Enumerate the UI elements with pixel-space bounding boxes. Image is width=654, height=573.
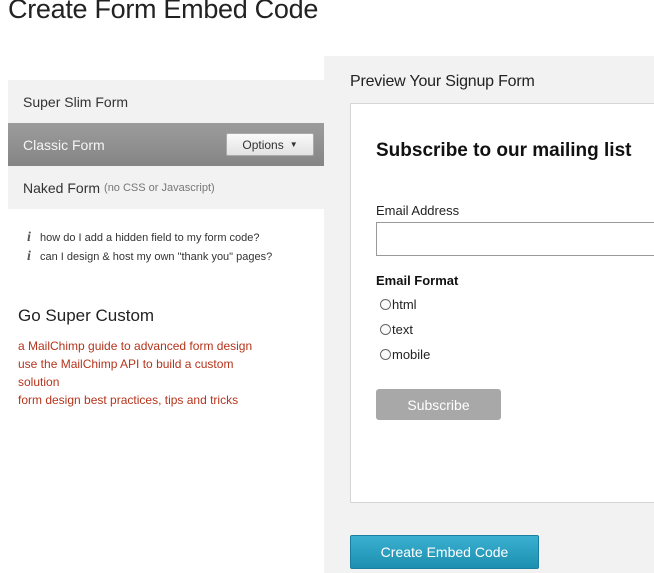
format-option-label: html — [392, 297, 417, 312]
email-format-label: Email Format — [376, 273, 459, 288]
email-input[interactable] — [376, 222, 654, 256]
signup-form-preview: Subscribe to our mailing list Email Addr… — [350, 103, 654, 503]
preview-title: Preview Your Signup Form — [350, 73, 535, 90]
help-link-text: how do I add a hidden field to my form c… — [40, 231, 260, 244]
form-type-naked[interactable]: Naked Form (no CSS or Javascript) — [8, 166, 324, 209]
options-dropdown-button[interactable]: Options ▼ — [226, 133, 314, 156]
help-link-text: can I design & host my own "thank you" p… — [40, 250, 273, 263]
format-option-label: text — [392, 322, 413, 337]
caret-down-icon: ▼ — [289, 140, 298, 149]
radio-button-icon[interactable] — [380, 324, 391, 335]
help-link-thank-you[interactable]: i can I design & host my own "thank you"… — [27, 247, 272, 266]
options-label: Options — [242, 137, 284, 152]
format-option-label: mobile — [392, 347, 431, 362]
signup-form-heading: Subscribe to our mailing list — [376, 140, 632, 161]
form-type-label: Super Slim Form — [23, 93, 129, 110]
format-radio-mobile[interactable]: mobile — [380, 347, 430, 362]
form-type-label: Naked Form — [23, 179, 101, 196]
radio-button-icon[interactable] — [380, 299, 391, 310]
info-icon: i — [27, 248, 31, 264]
link-best-practices[interactable]: form design best practices, tips and tri… — [18, 391, 278, 409]
format-radio-html[interactable]: html — [380, 297, 417, 312]
link-advanced-form-design[interactable]: a MailChimp guide to advanced form desig… — [18, 337, 278, 355]
page-title: Create Form Embed Code — [8, 0, 319, 24]
form-type-super-slim[interactable]: Super Slim Form — [8, 80, 324, 123]
radio-button-icon[interactable] — [380, 349, 391, 360]
format-radio-text[interactable]: text — [380, 322, 413, 337]
help-link-hidden-field[interactable]: i how do I add a hidden field to my form… — [27, 228, 272, 247]
super-custom-heading: Go Super Custom — [18, 306, 155, 325]
email-label: Email Address — [376, 203, 460, 218]
form-type-note: (no CSS or Javascript) — [104, 181, 215, 194]
super-custom-links: a MailChimp guide to advanced form desig… — [18, 337, 278, 409]
create-embed-code-button[interactable]: Create Embed Code — [350, 535, 539, 569]
help-links: i how do I add a hidden field to my form… — [27, 228, 272, 266]
form-type-list: Super Slim Form Classic Form Options ▼ N… — [8, 80, 324, 209]
info-icon: i — [27, 229, 31, 245]
link-mailchimp-api[interactable]: use the MailChimp API to build a custom … — [18, 355, 278, 391]
form-type-classic[interactable]: Classic Form Options ▼ — [8, 123, 324, 166]
form-type-label: Classic Form — [23, 136, 105, 153]
subscribe-button[interactable]: Subscribe — [376, 389, 501, 420]
preview-panel: Preview Your Signup Form Subscribe to ou… — [324, 56, 654, 573]
